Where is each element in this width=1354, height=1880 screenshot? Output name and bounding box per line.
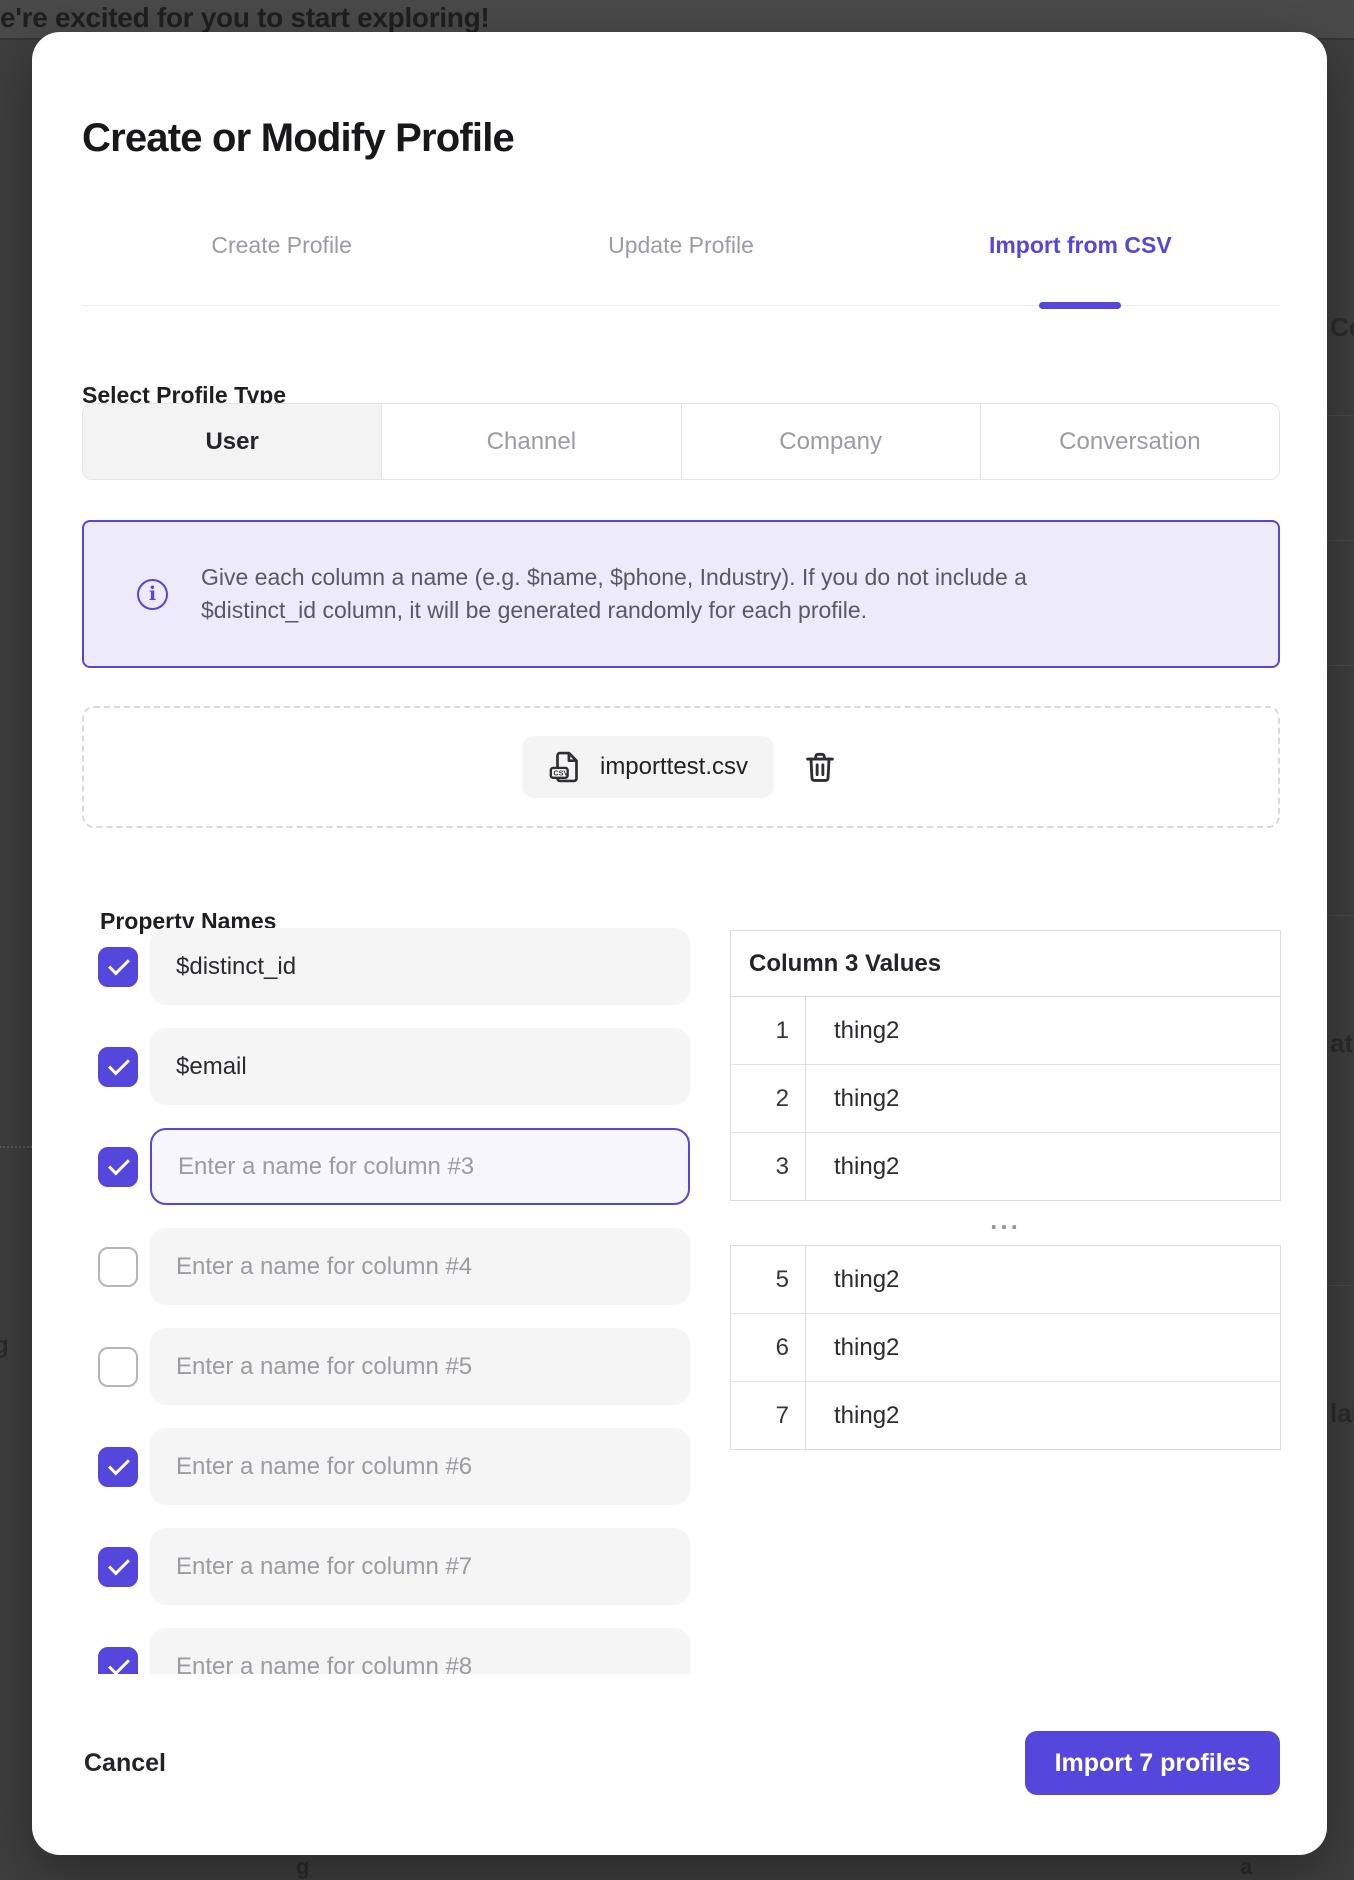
tab-import-from-csv[interactable]: Import from CSV xyxy=(881,200,1280,305)
row-index: 5 xyxy=(731,1246,806,1314)
row-index: 6 xyxy=(731,1314,806,1382)
csv-dropzone[interactable]: CSV importtest.csv xyxy=(82,706,1280,828)
property-name-input[interactable] xyxy=(150,1628,690,1674)
values-table-bottom: 5 thing2 6 thing2 7 thing2 xyxy=(730,1245,1281,1450)
property-row xyxy=(98,1328,698,1405)
values-table-ellipsis: ... xyxy=(730,1200,1281,1240)
property-name-input[interactable] xyxy=(150,1428,690,1505)
property-checkbox[interactable] xyxy=(98,1247,138,1287)
info-icon: i xyxy=(137,579,168,610)
tab-label: Create Profile xyxy=(211,232,352,305)
property-row xyxy=(98,1628,698,1674)
backdrop-row-line xyxy=(1327,1285,1354,1286)
values-table-row: 5 thing2 xyxy=(731,1246,1281,1314)
tab-label: Import from CSV xyxy=(989,232,1172,305)
row-index: 7 xyxy=(731,1382,806,1450)
property-checkbox[interactable] xyxy=(98,1647,138,1675)
backdrop-fragment-bottom-left: g xyxy=(296,1854,309,1880)
cancel-button[interactable]: Cancel xyxy=(84,1744,166,1782)
profile-type-channel[interactable]: Channel xyxy=(381,404,680,479)
profile-type-company[interactable]: Company xyxy=(681,404,980,479)
backdrop-fragment-co: Co xyxy=(1330,312,1354,343)
property-name-input[interactable] xyxy=(150,1328,690,1405)
values-table-row: 6 thing2 xyxy=(731,1314,1281,1382)
tab-update-profile[interactable]: Update Profile xyxy=(481,200,880,305)
values-table-row: 7 thing2 xyxy=(731,1382,1281,1450)
backdrop-fragment-left: g xyxy=(0,1332,9,1360)
property-name-input[interactable] xyxy=(150,1528,690,1605)
tab-label: Update Profile xyxy=(608,232,754,305)
csv-file-icon: CSV xyxy=(548,748,586,786)
profile-type-selector: User Channel Company Conversation xyxy=(82,403,1280,480)
property-name-input[interactable] xyxy=(150,1128,690,1205)
backdrop-dotted-line xyxy=(0,1146,32,1148)
values-table-row: 1 thing2 xyxy=(731,997,1281,1065)
property-row xyxy=(98,1028,698,1105)
backdrop-fragment-ata: ata xyxy=(1330,1028,1354,1059)
profile-type-conversation[interactable]: Conversation xyxy=(980,404,1279,479)
tab-create-profile[interactable]: Create Profile xyxy=(82,200,481,305)
backdrop-fragment-lab: lab xyxy=(1330,1398,1354,1429)
backdrop-row-line xyxy=(1327,915,1354,916)
row-value: thing2 xyxy=(806,997,1281,1065)
values-table-top: Column 3 Values 1 thing2 2 thing2 3 thin… xyxy=(730,930,1281,1201)
row-value: thing2 xyxy=(806,1133,1281,1201)
dialog-tabs: Create Profile Update Profile Import fro… xyxy=(82,200,1280,306)
create-or-modify-profile-dialog: Create or Modify Profile Create Profile … xyxy=(32,32,1327,1855)
property-name-input[interactable] xyxy=(150,1228,690,1305)
import-profiles-button[interactable]: Import 7 profiles xyxy=(1025,1731,1280,1795)
svg-text:CSV: CSV xyxy=(553,769,568,778)
profile-type-user[interactable]: User xyxy=(83,404,381,479)
dialog-title: Create or Modify Profile xyxy=(82,116,514,161)
uploaded-file-chip: CSV importtest.csv xyxy=(522,736,774,798)
row-value: thing2 xyxy=(806,1314,1281,1382)
row-value: thing2 xyxy=(806,1246,1281,1314)
row-value: thing2 xyxy=(806,1382,1281,1450)
property-checkbox[interactable] xyxy=(98,1547,138,1587)
active-tab-underline xyxy=(1039,302,1121,309)
backdrop-row-line xyxy=(1327,415,1354,416)
property-row xyxy=(98,1128,698,1205)
info-banner-text: Give each column a name (e.g. $name, $ph… xyxy=(201,561,1101,627)
property-checkbox[interactable] xyxy=(98,1447,138,1487)
values-table-row: 3 thing2 xyxy=(731,1133,1281,1201)
property-row xyxy=(98,1428,698,1505)
property-row xyxy=(98,1228,698,1305)
row-value: thing2 xyxy=(806,1065,1281,1133)
property-checkbox[interactable] xyxy=(98,1047,138,1087)
background-text-fragment: e're excited for you to start exploring! xyxy=(0,2,489,34)
property-checkbox[interactable] xyxy=(98,1147,138,1187)
property-checkbox[interactable] xyxy=(98,1347,138,1387)
uploaded-file-name: importtest.csv xyxy=(600,753,748,781)
info-banner: i Give each column a name (e.g. $name, $… xyxy=(82,520,1280,668)
property-checkbox[interactable] xyxy=(98,947,138,987)
values-table-row: 2 thing2 xyxy=(731,1065,1281,1133)
row-index: 1 xyxy=(731,997,806,1065)
property-rows xyxy=(98,928,698,1674)
property-row xyxy=(98,928,698,1005)
backdrop-fragment-bottom-right: a xyxy=(1240,1854,1252,1880)
property-name-input[interactable] xyxy=(150,928,690,1005)
backdrop-row-line xyxy=(1327,540,1354,541)
trash-icon xyxy=(801,748,839,786)
backdrop-row-line xyxy=(1327,665,1354,666)
property-name-input[interactable] xyxy=(150,1028,690,1105)
row-index: 2 xyxy=(731,1065,806,1133)
values-table-header: Column 3 Values xyxy=(731,931,1281,997)
property-row xyxy=(98,1528,698,1605)
delete-file-button[interactable] xyxy=(800,747,840,787)
row-index: 3 xyxy=(731,1133,806,1201)
